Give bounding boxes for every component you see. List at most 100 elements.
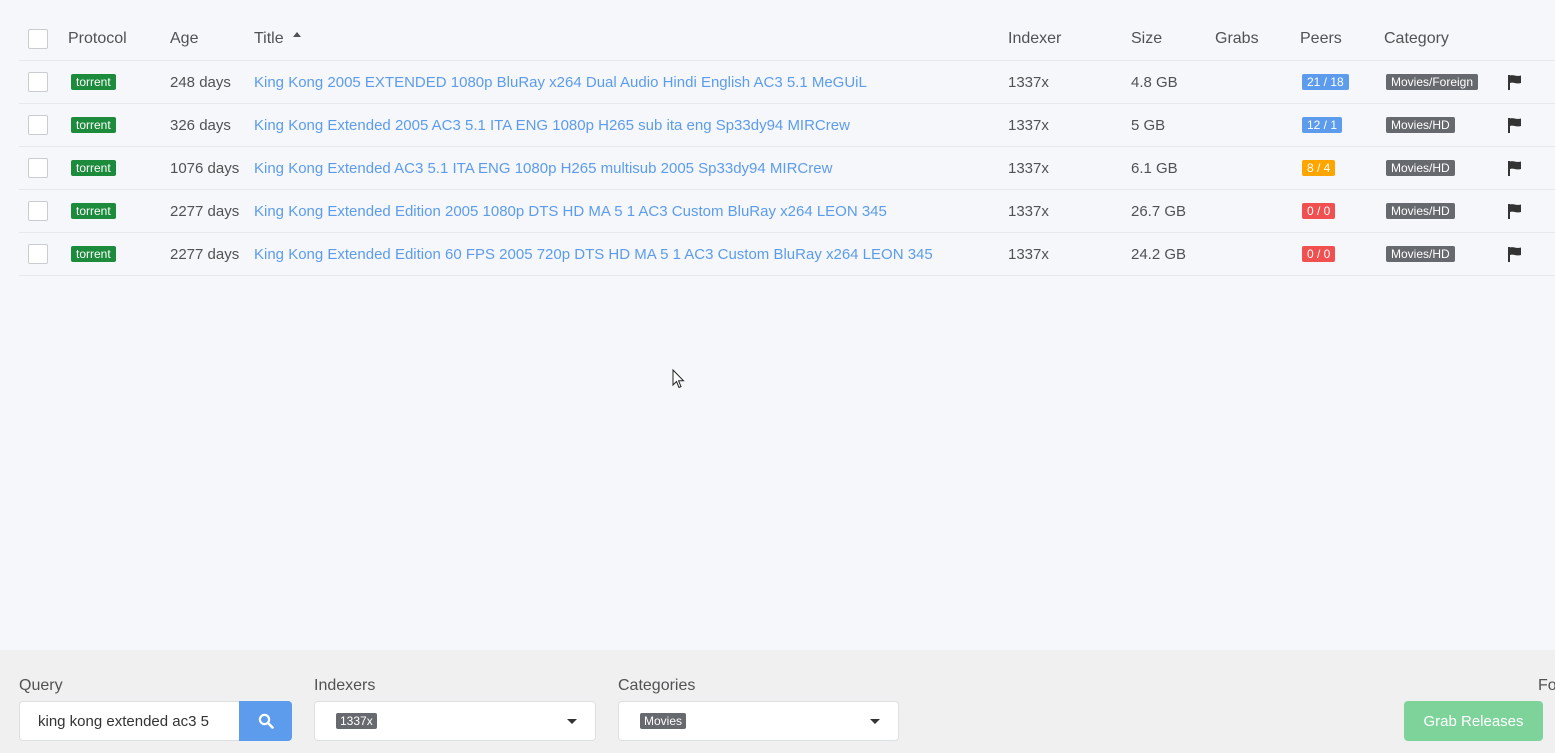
- mouse-cursor-icon: [672, 369, 685, 389]
- row-select-cell: [28, 190, 48, 232]
- header-age[interactable]: Age: [170, 18, 198, 60]
- peers-cell: 21 / 18: [1300, 61, 1349, 103]
- table-row: torrent 248 days King Kong 2005 EXTENDED…: [19, 61, 1555, 104]
- peers-badge: 0 / 0: [1302, 203, 1336, 219]
- protocol-badge: torrent: [71, 117, 116, 133]
- size-cell: 6.1 GB: [1131, 159, 1178, 177]
- indexer-cell: 1337x: [1008, 202, 1049, 220]
- row-select-cell: [28, 147, 48, 189]
- row-select-cell: [28, 104, 48, 146]
- category-cell: Movies/Foreign: [1384, 61, 1479, 103]
- search-button[interactable]: [239, 701, 292, 741]
- indexer-cell: 1337x: [1008, 73, 1049, 91]
- indexer-chip: 1337x: [336, 713, 377, 729]
- sort-up-icon: [292, 31, 301, 37]
- caret-down-icon: [870, 719, 880, 724]
- peers-cell: 0 / 0: [1300, 190, 1336, 232]
- protocol-badge: torrent: [71, 203, 116, 219]
- peers-badge: 8 / 4: [1302, 160, 1336, 176]
- peers-badge: 21 / 18: [1302, 74, 1349, 90]
- category-badge: Movies/HD: [1386, 160, 1455, 176]
- indexer-cell: 1337x: [1008, 159, 1049, 177]
- protocol-cell: torrent: [68, 190, 116, 232]
- action-cell: [1507, 190, 1523, 232]
- age-cell: 2277 days: [170, 245, 240, 263]
- indexer-cell: 1337x: [1008, 116, 1049, 134]
- category-badge: Movies/HD: [1386, 117, 1455, 133]
- action-cell: [1507, 61, 1523, 103]
- header-title[interactable]: Title: [254, 18, 301, 60]
- category-cell: Movies/HD: [1384, 104, 1455, 146]
- categories-select[interactable]: Movies: [618, 701, 899, 741]
- action-cell: [1507, 233, 1523, 275]
- release-title-link[interactable]: King Kong Extended AC3 5.1 ITA ENG 1080p…: [254, 160, 832, 177]
- header-size[interactable]: Size: [1131, 18, 1162, 60]
- indexer-cell: 1337x: [1008, 245, 1049, 263]
- query-input[interactable]: [19, 701, 240, 741]
- title-cell: King Kong Extended AC3 5.1 ITA ENG 1080p…: [254, 147, 832, 189]
- title-cell: King Kong 2005 EXTENDED 1080p BluRay x26…: [254, 61, 867, 103]
- grab-releases-button[interactable]: Grab Releases: [1404, 701, 1543, 741]
- cutoff-label: Fo: [1538, 677, 1555, 694]
- protocol-badge: torrent: [71, 74, 116, 90]
- row-checkbox[interactable]: [28, 244, 48, 264]
- table-row: torrent 2277 days King Kong Extended Edi…: [19, 233, 1555, 276]
- release-title-link[interactable]: King Kong 2005 EXTENDED 1080p BluRay x26…: [254, 74, 867, 91]
- protocol-cell: torrent: [68, 233, 116, 275]
- release-title-link[interactable]: King Kong Extended 2005 AC3 5.1 ITA ENG …: [254, 117, 850, 134]
- title-cell: King Kong Extended Edition 2005 1080p DT…: [254, 190, 887, 232]
- age-cell: 248 days: [170, 73, 231, 91]
- peers-badge: 0 / 0: [1302, 246, 1336, 262]
- protocol-cell: torrent: [68, 147, 116, 189]
- results-table: Protocol Age Title Indexer Size Grabs Pe…: [19, 18, 1555, 276]
- row-checkbox[interactable]: [28, 72, 48, 92]
- peers-cell: 0 / 0: [1300, 233, 1336, 275]
- flag-icon[interactable]: [1507, 160, 1523, 176]
- table-row: torrent 1076 days King Kong Extended AC3…: [19, 147, 1555, 190]
- peers-badge: 12 / 1: [1302, 117, 1343, 133]
- header-protocol[interactable]: Protocol: [68, 18, 127, 60]
- category-chip: Movies: [640, 713, 687, 729]
- row-select-cell: [28, 233, 48, 275]
- select-all-checkbox[interactable]: [28, 29, 48, 49]
- peers-cell: 8 / 4: [1300, 147, 1336, 189]
- flag-icon[interactable]: [1507, 203, 1523, 219]
- flag-icon[interactable]: [1507, 117, 1523, 133]
- flag-icon[interactable]: [1507, 246, 1523, 262]
- protocol-cell: torrent: [68, 61, 116, 103]
- release-title-link[interactable]: King Kong Extended Edition 2005 1080p DT…: [254, 203, 887, 220]
- category-cell: Movies/HD: [1384, 233, 1455, 275]
- age-cell: 2277 days: [170, 202, 240, 220]
- size-cell: 26.7 GB: [1131, 202, 1187, 220]
- peers-cell: 12 / 1: [1300, 104, 1343, 146]
- header-title-label: Title: [254, 30, 284, 47]
- row-checkbox[interactable]: [28, 115, 48, 135]
- categories-label: Categories: [618, 677, 696, 694]
- release-title-link[interactable]: King Kong Extended Edition 60 FPS 2005 7…: [254, 246, 933, 263]
- search-footer: Query Indexers 1337x Categories Movies F…: [0, 650, 1555, 753]
- row-select-cell: [28, 61, 48, 103]
- category-badge: Movies/HD: [1386, 203, 1455, 219]
- header-peers[interactable]: Peers: [1300, 18, 1342, 60]
- indexers-select[interactable]: 1337x: [314, 701, 596, 741]
- table-header: Protocol Age Title Indexer Size Grabs Pe…: [19, 18, 1555, 61]
- header-indexer[interactable]: Indexer: [1008, 18, 1061, 60]
- row-checkbox[interactable]: [28, 158, 48, 178]
- title-cell: King Kong Extended Edition 60 FPS 2005 7…: [254, 233, 933, 275]
- protocol-cell: torrent: [68, 104, 116, 146]
- header-grabs[interactable]: Grabs: [1215, 18, 1259, 60]
- age-cell: 1076 days: [170, 159, 240, 177]
- header-category[interactable]: Category: [1384, 18, 1449, 60]
- protocol-badge: torrent: [71, 246, 116, 262]
- search-icon: [258, 713, 274, 729]
- search-page: Protocol Age Title Indexer Size Grabs Pe…: [0, 0, 1555, 753]
- protocol-badge: torrent: [71, 160, 116, 176]
- flag-icon[interactable]: [1507, 74, 1523, 90]
- query-label: Query: [19, 677, 63, 694]
- header-select-cell: [28, 18, 48, 60]
- category-badge: Movies/Foreign: [1386, 74, 1479, 90]
- row-checkbox[interactable]: [28, 201, 48, 221]
- caret-down-icon: [567, 719, 577, 724]
- category-badge: Movies/HD: [1386, 246, 1455, 262]
- category-cell: Movies/HD: [1384, 190, 1455, 232]
